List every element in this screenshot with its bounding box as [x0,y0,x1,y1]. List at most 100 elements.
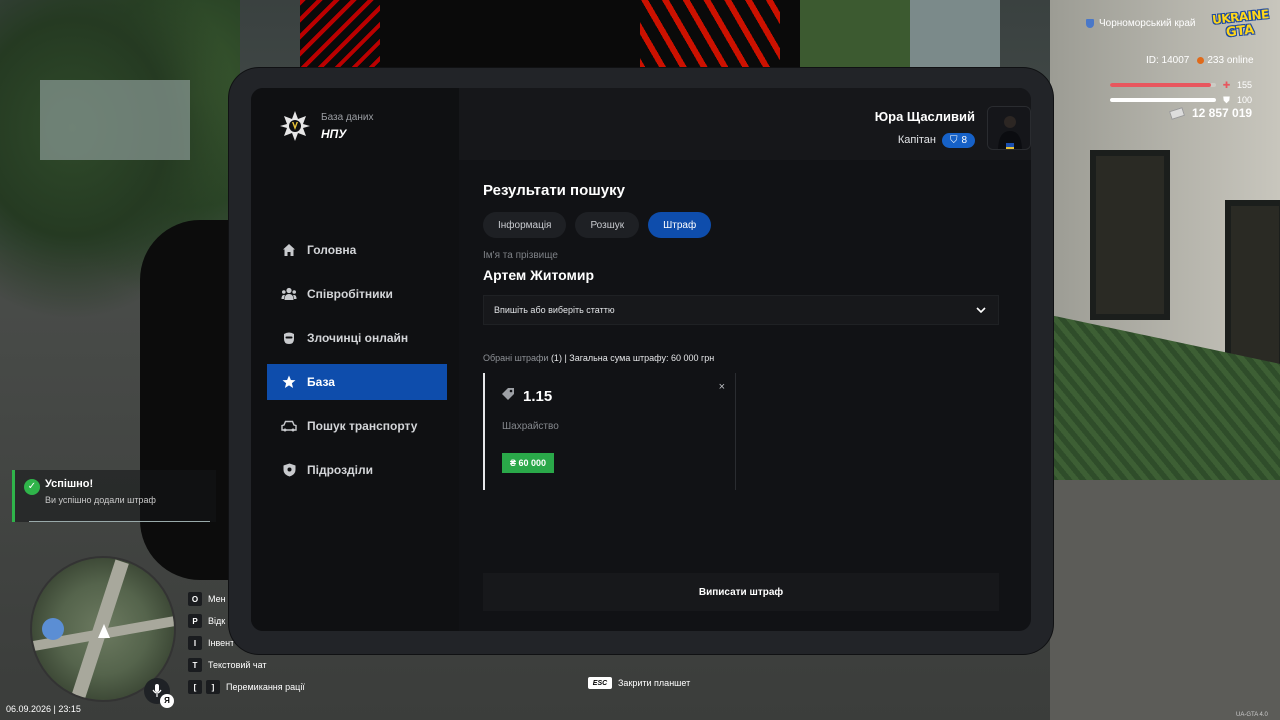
fine-card: 1.15 × Шахрайство ₴ 60 000 [483,373,736,490]
tab-wanted[interactable]: Розшук [575,212,640,238]
chevron-down-icon [976,305,986,315]
sidebar-item-label: Підрозділи [307,463,373,477]
sidebar-item-vehicle-search[interactable]: Пошук транспорту [267,408,447,444]
home-icon [281,242,297,258]
esc-hint: ESC Закрити планшет [588,677,690,689]
health-row: ✚ 155 [1110,80,1252,90]
map-water [42,618,64,640]
armor-value: 100 [1237,95,1253,105]
hotkey-label: Інвент [208,638,235,648]
top-bar: Юра Щасливий Капітан ⛉ 8 [459,88,1031,160]
article-select-placeholder: Впишіть або виберіть статтю [494,305,615,315]
avatar [987,106,1031,150]
key-cap: I [188,636,202,650]
armor-bar [1110,98,1216,102]
success-toast: ✓ Успішно! Ви успішно додали штраф [12,470,216,522]
health-value: 155 [1237,80,1253,90]
search-results: Результати пошуку Інформація Розшук Штра… [483,182,999,490]
online-dot-icon [1197,56,1205,64]
hotkey-label: Відк [208,616,226,626]
red-pattern [300,0,380,70]
tablet-screen: База даних НПУ Головна Співробітники Зло… [251,88,1031,631]
tag-icon [501,387,515,405]
person-name: Артем Житомир [483,267,594,283]
health-bar [1110,83,1216,87]
money-row: 12 857 019 [1168,106,1253,120]
key-cap: P [188,614,202,628]
sidebar-item-criminals-online[interactable]: Злочинці онлайн [267,320,447,356]
esc-key: ESC [588,677,612,689]
toast-title: Успішно! [45,478,94,490]
fine-code: 1.15 [523,387,553,405]
sidebar-item-label: Головна [307,243,357,257]
red-pattern [640,0,780,70]
hotkey-label: Перемикання рації [226,682,305,692]
rank-level-badge: ⛉ 8 [941,132,975,148]
mask-icon [281,330,297,346]
esc-label: Закрити планшет [618,678,691,688]
sidewalk [1050,480,1280,720]
issue-fine-button[interactable]: Виписати штраф [483,573,999,611]
user-rank-row: Капітан ⛉ 8 [875,132,975,148]
sidebar-item-home[interactable]: Головна [267,232,447,268]
people-icon [281,286,297,302]
building-window [1090,150,1170,320]
hotkey-label: Мен [208,594,226,604]
region-indicator: Чорноморський край [1086,18,1196,29]
hotkey-row: T Текстовий чат [188,654,305,676]
online-count: 233 online [1197,55,1254,66]
chosen-total: | Загальна сума штрафу: 60 000 грн [564,353,715,363]
tab-information[interactable]: Інформація [483,212,567,238]
user-name: Юра Щасливий [874,108,975,124]
date-time: 06.09.2026 | 23:15 [6,704,81,714]
logo-bottom-text: GTA [1225,22,1256,41]
brand-subtitle: База даних [321,111,374,123]
sidebar-item-database[interactable]: База [267,364,447,400]
hotkey-label: Текстовий чат [208,660,267,670]
sidebar-item-employees[interactable]: Співробітники [267,276,447,312]
version-label: UA-GTA 4.0 [1236,712,1268,718]
fine-code-row: 1.15 [501,387,552,405]
shield-icon [281,462,297,478]
region-name: Чорноморський край [1099,18,1196,29]
hotkey-row: [ ] Перемикання рації [188,676,305,698]
toast-message: Ви успішно додали штраф [45,495,156,505]
sidebar: База даних НПУ Головна Співробітники Зло… [251,88,459,631]
armor-shield-icon: ⛊ [1223,94,1230,105]
brand: База даних НПУ [279,110,373,142]
badge-shield-icon: ⛉ [949,134,958,146]
brand-title: НПУ [321,126,347,141]
cash-icon [1168,106,1186,120]
player-id: ID: 14007 [1146,55,1190,66]
police-star-icon [279,110,311,142]
user-profile: Юра Щасливий Капітан ⛉ 8 [875,106,1031,150]
key-cap: [ [188,680,202,694]
sidebar-item-label: База [307,375,335,389]
greenery [800,0,910,70]
remove-fine-button[interactable]: × [719,381,725,393]
key-cap: T [188,658,202,672]
region-shield-icon [1086,19,1094,28]
voice-key-badge: Я [160,694,174,708]
sidebar-item-label: Злочинці онлайн [307,331,409,345]
game-logo: UKRAINE GTA [1211,7,1270,42]
sidebar-nav: Головна Співробітники Злочинці онлайн Ба… [267,232,447,496]
article-select[interactable]: Впишіть або виберіть статтю [483,295,999,325]
player-arrow-icon [98,624,110,638]
distant-building [40,80,190,160]
tab-fine[interactable]: Штраф [648,212,712,238]
page-title: Результати пошуку [483,182,625,199]
car-icon [281,418,297,434]
result-tabs: Інформація Розшук Штраф [483,212,999,238]
police-tablet: База даних НПУ Головна Співробітники Зло… [229,68,1053,654]
chosen-label: Обрані штрафи [483,353,549,363]
check-icon: ✓ [24,479,40,495]
chosen-count: (1) [550,353,562,363]
money-value: 12 857 019 [1192,106,1253,120]
health-cross-icon: ✚ [1222,79,1231,90]
rank-level: 8 [961,134,967,146]
player-id-row: ID: 14007 233 online [1146,55,1254,66]
key-cap: ] [206,680,220,694]
sidebar-item-divisions[interactable]: Підрозділи [267,452,447,488]
sidebar-item-label: Співробітники [307,287,393,301]
